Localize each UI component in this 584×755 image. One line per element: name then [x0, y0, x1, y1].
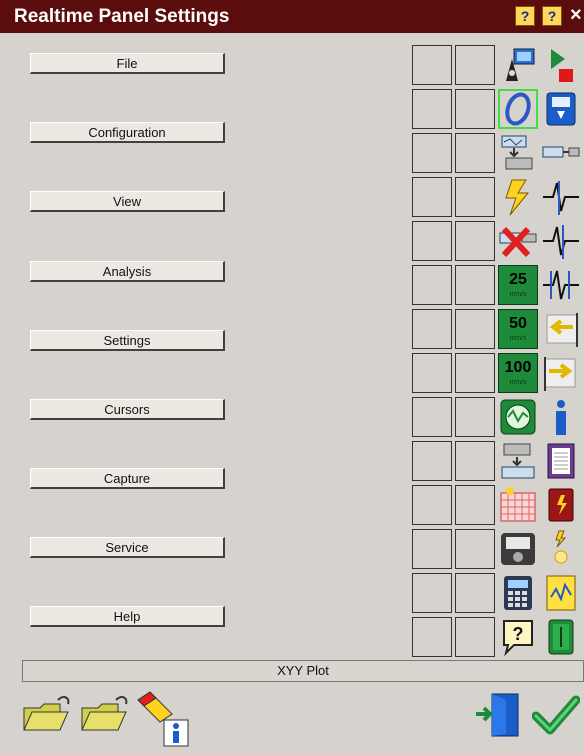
- slot[interactable]: [412, 353, 452, 393]
- slot[interactable]: [455, 353, 495, 393]
- capture-button[interactable]: Capture: [30, 468, 225, 489]
- slot[interactable]: [455, 177, 495, 217]
- scroll-right-icon[interactable]: [541, 353, 581, 393]
- slot[interactable]: [412, 397, 452, 437]
- scroll-left-icon[interactable]: [541, 309, 581, 349]
- device-icon[interactable]: [541, 617, 581, 657]
- slot[interactable]: [455, 617, 495, 657]
- slot[interactable]: [455, 265, 495, 305]
- file-button[interactable]: File: [30, 53, 225, 74]
- help-icon[interactable]: ?: [542, 6, 562, 26]
- question-bubble-icon[interactable]: ?: [498, 617, 538, 657]
- recorder-icon[interactable]: [498, 529, 538, 569]
- service-button[interactable]: Service: [30, 537, 225, 558]
- status-bar: XYY Plot: [22, 660, 584, 682]
- report-icon[interactable]: [541, 441, 581, 481]
- grid-icon[interactable]: [498, 485, 538, 525]
- flash-bulb-icon[interactable]: [541, 529, 581, 569]
- slot[interactable]: [412, 309, 452, 349]
- slot[interactable]: [412, 89, 452, 129]
- event-book-icon[interactable]: [541, 485, 581, 525]
- cursors-button[interactable]: Cursors: [30, 399, 225, 420]
- info-icon[interactable]: [541, 397, 581, 437]
- speed-50-button[interactable]: 50 mm/s: [498, 309, 538, 349]
- open-folder-icon[interactable]: [22, 694, 74, 739]
- slot[interactable]: [455, 573, 495, 613]
- lead-b-icon[interactable]: [541, 221, 581, 261]
- loop-icon[interactable]: [498, 89, 538, 129]
- slot[interactable]: [412, 45, 452, 85]
- tip-icon[interactable]: ?: [515, 6, 535, 26]
- help-button[interactable]: Help: [30, 606, 225, 627]
- settings-button[interactable]: Settings: [30, 330, 225, 351]
- printer-to-waveform-icon[interactable]: [498, 441, 538, 481]
- slot[interactable]: [412, 485, 452, 525]
- speed-100-button[interactable]: 100 mm/s: [498, 353, 538, 393]
- notepad-icon[interactable]: [541, 573, 581, 613]
- slot[interactable]: [412, 265, 452, 305]
- monitor-pen-icon[interactable]: [498, 45, 538, 85]
- scope-icon[interactable]: [498, 397, 538, 437]
- speed-25-button[interactable]: 25 mm/s: [498, 265, 538, 305]
- svg-text:?: ?: [513, 624, 524, 644]
- calculator-icon[interactable]: [498, 573, 538, 613]
- view-button[interactable]: View: [30, 191, 225, 212]
- lead-a-icon[interactable]: [541, 177, 581, 217]
- disconnect-icon[interactable]: [498, 221, 538, 261]
- slot[interactable]: [455, 221, 495, 261]
- slot[interactable]: [455, 133, 495, 173]
- configuration-button[interactable]: Configuration: [30, 122, 225, 143]
- lead-ab-icon[interactable]: [541, 265, 581, 305]
- slot[interactable]: [455, 441, 495, 481]
- waveform-export-icon[interactable]: [541, 133, 581, 173]
- waveform-to-printer-icon[interactable]: [498, 133, 538, 173]
- save-folder-icon[interactable]: [80, 694, 132, 739]
- slot[interactable]: [455, 529, 495, 569]
- title-bar: Realtime Panel Settings ? ? ×: [0, 0, 584, 33]
- slot[interactable]: [455, 309, 495, 349]
- slot[interactable]: [455, 45, 495, 85]
- lightning-icon[interactable]: [498, 177, 538, 217]
- save-memory-icon[interactable]: [541, 89, 581, 129]
- slot[interactable]: [412, 529, 452, 569]
- slot[interactable]: [455, 485, 495, 525]
- slot[interactable]: [412, 133, 452, 173]
- eraser-info-icon[interactable]: [134, 690, 194, 755]
- slot[interactable]: [455, 89, 495, 129]
- slot[interactable]: [412, 221, 452, 261]
- slot[interactable]: [455, 397, 495, 437]
- slot[interactable]: [412, 573, 452, 613]
- ok-check-icon[interactable]: [531, 694, 581, 743]
- slot[interactable]: [412, 177, 452, 217]
- close-icon[interactable]: ×: [570, 4, 582, 27]
- analysis-button[interactable]: Analysis: [30, 261, 225, 282]
- slot[interactable]: [412, 617, 452, 657]
- exit-door-icon[interactable]: [474, 690, 524, 745]
- play-stop-icon[interactable]: [541, 45, 581, 85]
- window-title: Realtime Panel Settings: [14, 6, 230, 27]
- slot[interactable]: [412, 441, 452, 481]
